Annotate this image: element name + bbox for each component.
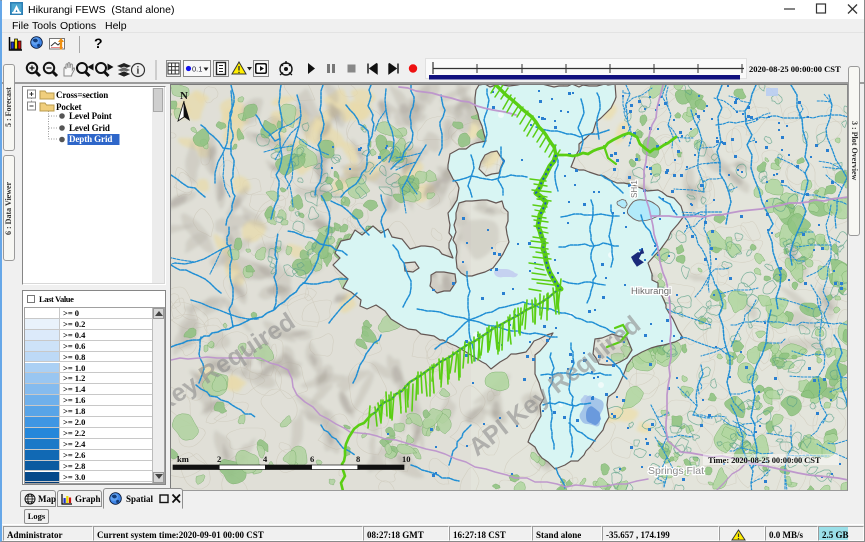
svg-text:2: 2: [217, 454, 221, 464]
svg-text:km: km: [177, 454, 189, 464]
svg-text:Hikurangi: Hikurangi: [631, 286, 671, 297]
svg-text:i: i: [137, 66, 140, 77]
svg-text:SH 1: SH 1: [630, 180, 639, 198]
svg-text:Springs Flat: Springs Flat: [648, 465, 704, 477]
svg-text:N: N: [180, 90, 188, 102]
svg-text:0.1: 0.1: [192, 65, 202, 74]
svg-text:Time: 2020-08-25 00:00:00 CST: Time: 2020-08-25 00:00:00 CST: [708, 455, 821, 465]
svg-text:10: 10: [402, 454, 411, 464]
svg-text:8: 8: [356, 454, 360, 464]
svg-text:6: 6: [310, 454, 314, 464]
